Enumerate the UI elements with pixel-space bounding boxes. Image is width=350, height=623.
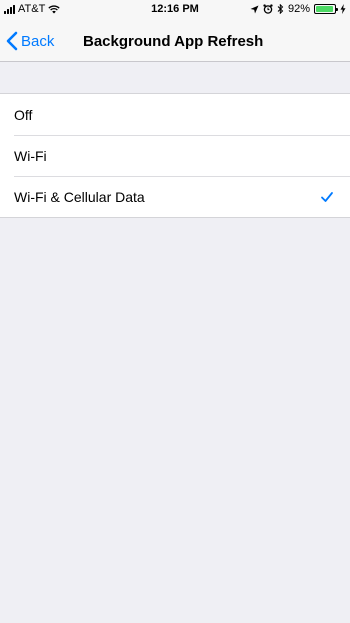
bluetooth-icon xyxy=(277,4,284,14)
location-arrow-icon xyxy=(250,5,259,13)
option-wifi-cellular[interactable]: Wi-Fi & Cellular Data xyxy=(0,176,350,217)
battery-percentage: 92% xyxy=(287,3,310,15)
option-wifi[interactable]: Wi-Fi xyxy=(0,135,350,176)
option-label: Wi-Fi & Cellular Data xyxy=(14,188,145,205)
option-label: Off xyxy=(14,106,33,123)
checkmark-icon xyxy=(321,191,333,202)
navigation-bar: Back Background App Refresh xyxy=(0,20,350,62)
status-bar: AT&T 12:16 PM 92% xyxy=(0,0,350,20)
chevron-left-icon xyxy=(6,31,18,51)
back-button-label: Back xyxy=(21,32,55,50)
refresh-options-list: Off Wi-Fi Wi-Fi & Cellular Data xyxy=(0,93,350,218)
charging-bolt-icon xyxy=(340,4,346,14)
status-right: 92% xyxy=(250,3,346,15)
back-button[interactable]: Back xyxy=(6,20,54,62)
battery-icon xyxy=(314,4,338,14)
alarm-clock-icon xyxy=(263,4,273,14)
battery-fill xyxy=(316,6,333,12)
page-title: Background App Refresh xyxy=(83,32,264,50)
option-label: Wi-Fi xyxy=(14,147,47,164)
option-off[interactable]: Off xyxy=(0,94,350,135)
